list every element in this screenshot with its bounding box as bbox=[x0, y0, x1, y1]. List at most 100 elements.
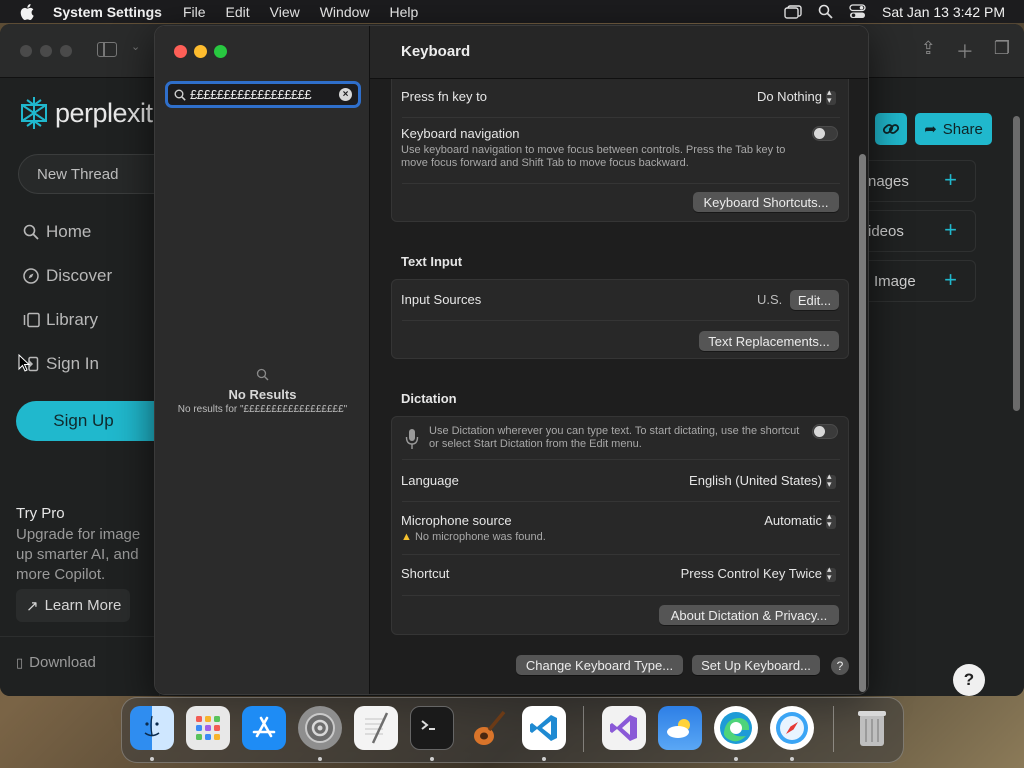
vscode-icon[interactable] bbox=[522, 706, 566, 750]
learn-more-label: Learn More bbox=[44, 597, 122, 614]
shortcut-value: Press Control Key Twice bbox=[680, 566, 822, 581]
press-fn-label: Press fn key to bbox=[401, 89, 487, 104]
nav-home[interactable]: Home bbox=[22, 222, 91, 242]
copy-link-button[interactable] bbox=[875, 113, 907, 145]
search-input-value[interactable]: ££££££££££££££££££ bbox=[190, 87, 339, 102]
no-results-title: No Results bbox=[228, 387, 297, 402]
dictation-title: Dictation bbox=[401, 391, 457, 406]
learn-more-button[interactable]: ↗ Learn More bbox=[16, 589, 130, 622]
menu-view[interactable]: View bbox=[270, 4, 300, 20]
dock-running-indicator bbox=[790, 757, 794, 761]
nav-library[interactable]: Library bbox=[22, 310, 98, 330]
keyboard-shortcuts-button[interactable]: Keyboard Shortcuts... bbox=[693, 192, 839, 212]
nav-sign-in-label: Sign In bbox=[46, 354, 99, 373]
chevron-down-icon[interactable]: ⌄ bbox=[131, 40, 140, 53]
perplexity-logo[interactable]: perplexit bbox=[19, 96, 153, 130]
microphone-icon bbox=[405, 428, 419, 455]
menu-edit[interactable]: Edit bbox=[226, 4, 250, 20]
share-button[interactable]: ➦ Share bbox=[915, 113, 992, 145]
stage-manager-icon[interactable] bbox=[784, 4, 802, 19]
dock-running-indicator bbox=[430, 757, 434, 761]
language-select[interactable]: English (United States) bbox=[689, 471, 836, 490]
try-pro-title: Try Pro bbox=[16, 505, 65, 522]
menu-file[interactable]: File bbox=[183, 4, 206, 20]
row-separator bbox=[402, 183, 840, 184]
library-icon bbox=[22, 311, 40, 329]
sidebar-divider bbox=[0, 636, 160, 637]
menu-window[interactable]: Window bbox=[320, 4, 370, 20]
plus-icon[interactable]: + bbox=[944, 219, 957, 241]
settings-search-field[interactable]: ££££££££££££££££££ × bbox=[165, 81, 361, 108]
keyboard-navigation-label: Keyboard navigation bbox=[401, 126, 520, 141]
text-input-group: Input Sources U.S. Edit... Text Replacem… bbox=[391, 279, 849, 359]
popup-stepper-icon bbox=[826, 564, 836, 583]
clear-search-icon[interactable]: × bbox=[339, 88, 352, 101]
launchpad-icon[interactable] bbox=[186, 706, 230, 750]
system-settings-icon[interactable] bbox=[298, 706, 342, 750]
help-button[interactable]: ? bbox=[831, 657, 849, 675]
browser-scrollbar[interactable] bbox=[1013, 116, 1020, 411]
window-minimize-dim[interactable] bbox=[40, 45, 52, 57]
set-up-keyboard-button[interactable]: Set Up Keyboard... bbox=[692, 655, 820, 675]
keyboard-navigation-toggle[interactable] bbox=[812, 126, 838, 141]
panel-row-videos[interactable]: ideos + bbox=[868, 210, 976, 252]
system-settings-window: ££££££££££££££££££ × No Results No resul… bbox=[154, 25, 869, 695]
nav-sign-in[interactable]: Sign In bbox=[22, 354, 99, 374]
window-zoom-dim[interactable] bbox=[60, 45, 72, 57]
input-sources-edit-button[interactable]: Edit... bbox=[790, 290, 839, 310]
settings-main-pane: Keyboard Press fn key to Do Nothing Keyb… bbox=[370, 26, 868, 694]
spotlight-search-icon[interactable] bbox=[818, 4, 833, 19]
dictation-toggle[interactable] bbox=[812, 424, 838, 439]
panel-row-image[interactable]: Image + bbox=[868, 260, 976, 302]
settings-scrollbar[interactable] bbox=[859, 154, 866, 692]
sign-up-button[interactable]: Sign Up bbox=[16, 401, 176, 441]
panel-row-images[interactable]: nages + bbox=[868, 160, 976, 202]
trash-icon[interactable] bbox=[850, 706, 894, 750]
download-link[interactable]: ▯ Download bbox=[16, 654, 96, 671]
dock-running-indicator bbox=[734, 757, 738, 761]
textedit-icon[interactable] bbox=[354, 706, 398, 750]
share-icon[interactable]: ⇪ bbox=[921, 38, 936, 64]
plus-icon[interactable]: + bbox=[944, 169, 957, 191]
about-dictation-privacy-button[interactable]: About Dictation & Privacy... bbox=[659, 605, 839, 625]
window-close-dim[interactable] bbox=[20, 45, 32, 57]
menu-help[interactable]: Help bbox=[390, 4, 419, 20]
window-zoom-button[interactable] bbox=[214, 45, 227, 58]
dock-running-indicator bbox=[542, 757, 546, 761]
terminal-icon[interactable] bbox=[410, 706, 454, 750]
link-icon bbox=[882, 124, 900, 134]
microphone-source-label: Microphone source bbox=[401, 513, 512, 528]
new-tab-icon[interactable]: ＋ bbox=[956, 38, 974, 64]
garageband-icon[interactable] bbox=[466, 706, 510, 750]
plus-icon[interactable]: + bbox=[944, 269, 957, 291]
menu-clock[interactable]: Sat Jan 13 3:42 PM bbox=[882, 4, 1005, 20]
text-replacements-button[interactable]: Text Replacements... bbox=[699, 331, 839, 351]
window-close-button[interactable] bbox=[174, 45, 187, 58]
app-name-menu[interactable]: System Settings bbox=[53, 4, 162, 20]
phone-icon: ▯ bbox=[16, 654, 24, 670]
tabs-overview-icon[interactable]: ❐ bbox=[994, 38, 1010, 64]
download-label: Download bbox=[29, 654, 96, 671]
press-fn-value: Do Nothing bbox=[756, 89, 822, 104]
help-button[interactable]: ? bbox=[953, 664, 985, 696]
popup-stepper-icon bbox=[826, 471, 836, 490]
weather-icon[interactable] bbox=[658, 706, 702, 750]
page-title: Keyboard bbox=[401, 43, 471, 60]
safari-icon[interactable] bbox=[770, 706, 814, 750]
apple-menu-icon[interactable] bbox=[19, 3, 35, 20]
nav-discover[interactable]: Discover bbox=[22, 266, 112, 286]
app-store-icon[interactable] bbox=[242, 706, 286, 750]
magnifier-icon bbox=[155, 368, 370, 384]
change-keyboard-type-button[interactable]: Change Keyboard Type... bbox=[516, 655, 683, 675]
finder-icon[interactable] bbox=[130, 706, 174, 750]
shortcut-select[interactable]: Press Control Key Twice bbox=[680, 564, 836, 583]
control-center-icon[interactable] bbox=[849, 4, 866, 19]
microphone-source-select[interactable]: Automatic bbox=[764, 511, 836, 530]
row-separator bbox=[402, 554, 840, 555]
press-fn-select[interactable]: Do Nothing bbox=[756, 87, 836, 106]
panel-row-images-label: nages bbox=[868, 172, 909, 190]
window-minimize-button[interactable] bbox=[194, 45, 207, 58]
visual-studio-icon[interactable] bbox=[602, 706, 646, 750]
edge-icon[interactable] bbox=[714, 706, 758, 750]
sidebar-toggle-icon[interactable] bbox=[97, 42, 117, 57]
